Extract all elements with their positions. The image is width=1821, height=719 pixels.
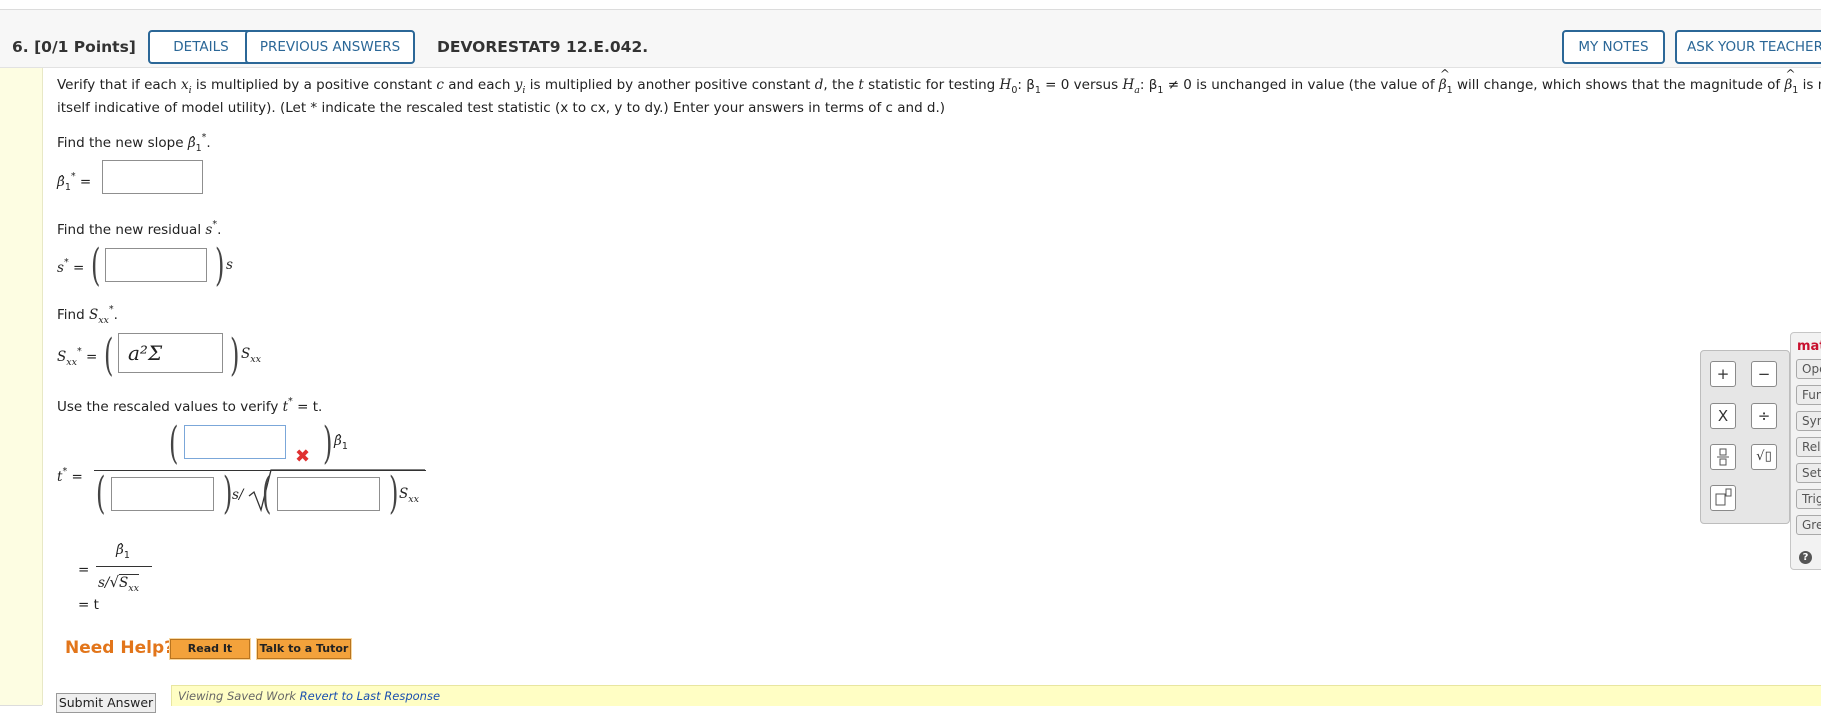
bottom-rule: [0, 705, 42, 706]
numerator-beta: β̂1: [334, 433, 348, 452]
sxx-answer-label: Sxx* =: [57, 346, 98, 368]
need-help-label: Need Help?: [65, 638, 174, 658]
residual-prompt: Find the new residual s*.: [57, 219, 222, 238]
numerator-left-paren: (: [169, 418, 179, 469]
slope-prompt: Find the new slope β̂1*.: [57, 132, 211, 154]
talk-to-tutor-button[interactable]: Talk to a Tutor: [256, 638, 352, 660]
sxx-left-paren: (: [104, 330, 114, 381]
sxx-prefill: a²Σ: [128, 341, 163, 365]
category-functions[interactable]: Fun: [1796, 385, 1821, 405]
minus-key[interactable]: −: [1751, 361, 1777, 387]
incorrect-icon: ✖: [295, 446, 311, 467]
saved-work-bar: Viewing Saved Work Revert to Last Respon…: [171, 685, 1821, 706]
revert-link[interactable]: Revert to Last Response: [300, 689, 440, 703]
residual-left-paren: (: [91, 240, 101, 291]
question-number: 6. [0/1 Points]: [12, 38, 136, 56]
question-side-bar: [0, 68, 43, 705]
residual-answer-label: s* =: [57, 257, 85, 276]
exponent-icon: [1715, 488, 1732, 506]
math-palette: + − X ÷ √▯: [1700, 350, 1790, 524]
fraction-key[interactable]: [1710, 444, 1736, 470]
sqrt-right-paren: ): [389, 468, 399, 519]
sqrt-answer-input[interactable]: [277, 477, 380, 511]
fraction-icon: [1717, 448, 1729, 466]
my-notes-button[interactable]: MY NOTES: [1562, 30, 1665, 64]
verify-prompt: Use the rescaled values to verify t* = t…: [57, 396, 323, 415]
sxx-var: Sxx: [241, 346, 261, 365]
category-sets[interactable]: Set: [1796, 463, 1821, 483]
simplified-denominator: s/√Sxx: [98, 573, 140, 594]
read-it-button[interactable]: Read It: [169, 638, 251, 660]
question-header: 6. [0/1 Points] DETAILS PREVIOUS ANSWERS…: [0, 10, 1821, 68]
category-greek[interactable]: Gre: [1796, 515, 1821, 535]
help-icon[interactable]: ?: [1799, 551, 1812, 564]
ask-teacher-button[interactable]: ASK YOUR TEACHER: [1675, 30, 1821, 64]
category-trig[interactable]: Trig: [1796, 489, 1821, 509]
t-star-label: t* =: [57, 466, 83, 485]
sqrt-key[interactable]: √▯: [1751, 444, 1777, 470]
math-panel-title: mat: [1797, 339, 1821, 354]
residual-answer-input[interactable]: [105, 248, 207, 282]
numerator-right-paren: ): [323, 418, 333, 469]
question-code: DEVORESTAT9 12.E.042.: [437, 38, 649, 56]
simplified-equals: =: [78, 562, 90, 578]
denominator-s-slash: s/: [232, 487, 244, 503]
slope-answer-input[interactable]: [102, 160, 203, 194]
slope-answer-label: β̂1* =: [57, 171, 92, 193]
problem-statement-line2: itself indicative of model utility). (Le…: [57, 100, 946, 116]
sxx-right-paren: ): [230, 330, 240, 381]
category-operations[interactable]: Ope: [1796, 359, 1821, 379]
plus-key[interactable]: +: [1710, 361, 1736, 387]
details-button[interactable]: DETAILS: [148, 30, 254, 64]
simplified-numerator: β̂1: [116, 542, 130, 561]
math-side-panel: mat Ope Fun Sym Rel Set Trig Gre ?: [1790, 332, 1821, 570]
sqrt-left-paren: (: [262, 468, 272, 519]
numerator-answer-input[interactable]: [184, 425, 286, 459]
divide-key[interactable]: ÷: [1751, 403, 1777, 429]
sxx-prompt: Find Sxx*.: [57, 304, 118, 326]
category-symbols[interactable]: Sym: [1796, 411, 1821, 431]
residual-s-var: s: [226, 257, 233, 273]
exponent-key[interactable]: [1710, 485, 1736, 511]
submit-answer-button[interactable]: Submit Answer: [56, 693, 156, 713]
simplified-fraction-bar: [96, 566, 152, 567]
previous-answers-button[interactable]: PREVIOUS ANSWERS: [245, 30, 415, 64]
denominator-answer-input[interactable]: [111, 477, 214, 511]
denominator-sxx: Sxx: [399, 486, 419, 505]
problem-statement-line1: Verify that if each xi is multiplied by …: [57, 67, 1821, 96]
residual-right-paren: ): [215, 240, 225, 291]
denominator-left-paren: (: [96, 468, 106, 519]
sxx-answer-input[interactable]: a²Σ: [118, 333, 223, 373]
category-relations[interactable]: Rel: [1796, 437, 1821, 457]
simplified-result: = t: [78, 597, 99, 613]
times-key[interactable]: X: [1710, 403, 1736, 429]
